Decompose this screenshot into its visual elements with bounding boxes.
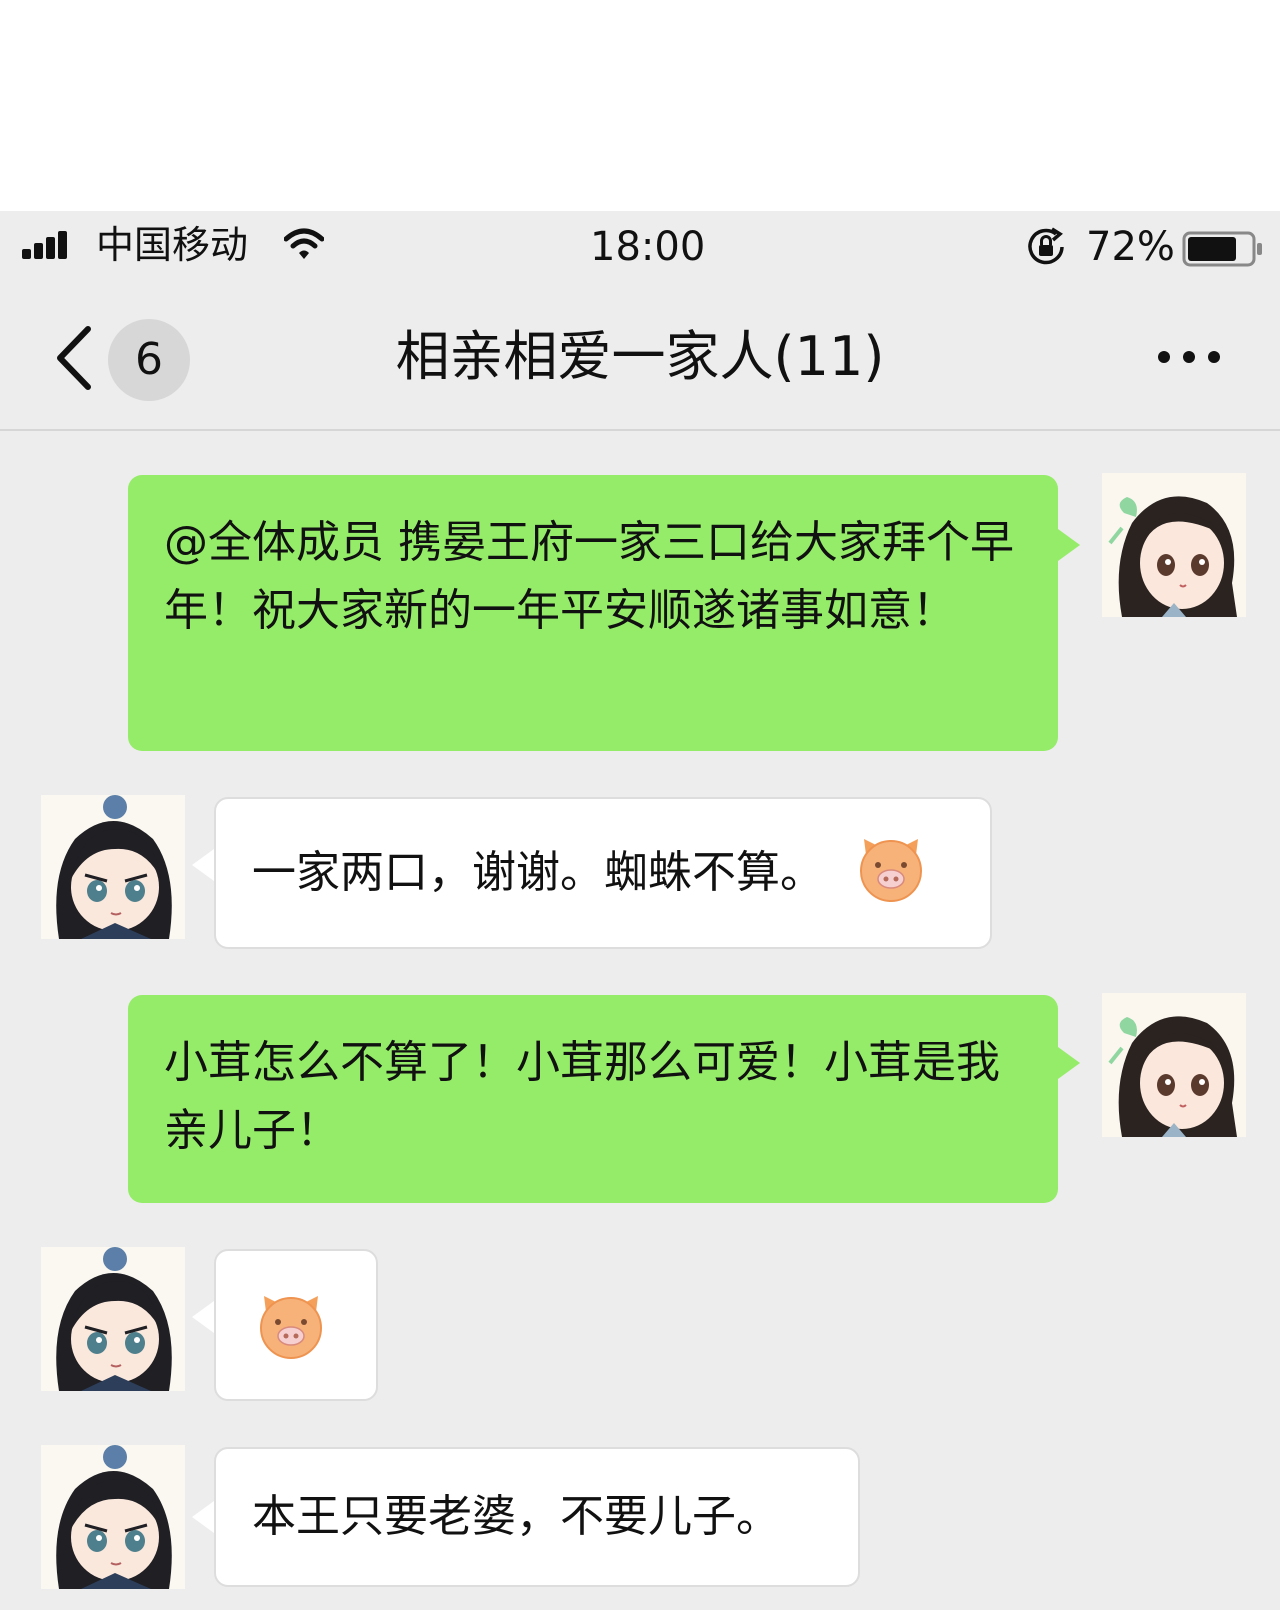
message-bubble-self[interactable]: @全体成员 携晏王府一家三口给大家拜个早年！祝大家新的一年平安顺遂诸事如意！ xyxy=(128,475,1058,751)
avatar-other-illustration xyxy=(41,1445,185,1589)
avatar-other[interactable] xyxy=(41,1247,185,1391)
unread-count-badge[interactable]: 6 xyxy=(108,319,190,401)
bubble-tail xyxy=(192,1301,214,1333)
message-bubble-self[interactable]: 小茸怎么不算了！小茸那么可爱！小茸是我亲儿子！ xyxy=(128,995,1058,1203)
message-text: 本王只要老婆，不要儿子。 xyxy=(252,1491,780,1542)
status-bar: 中国移动 18:00 72% xyxy=(0,211,1280,287)
message-bubble-other[interactable] xyxy=(214,1249,378,1401)
avatar-self-illustration xyxy=(1102,993,1246,1137)
message-bubble-other[interactable]: 一家两口，谢谢。蜘蛛不算。 xyxy=(214,797,992,949)
carrier-name: 中国移动 xyxy=(96,223,249,267)
battery-icon xyxy=(1182,231,1262,267)
rotation-lock-icon xyxy=(1028,227,1064,265)
avatar-self-illustration xyxy=(1102,473,1246,617)
pig-face-icon xyxy=(260,1296,322,1359)
avatar-self[interactable] xyxy=(1102,473,1246,617)
avatar-other[interactable] xyxy=(41,795,185,939)
bubble-tail xyxy=(1058,1047,1080,1079)
bubble-tail xyxy=(1058,529,1080,561)
bubble-tail xyxy=(192,1501,214,1533)
pig-face-icon xyxy=(860,839,922,902)
chat-title: 相亲相爱一家人(11) xyxy=(395,325,885,388)
phone-screen: 中国移动 18:00 72% 6 相亲相爱一家人(11) @全体成员 携晏王府一… xyxy=(0,211,1280,1610)
message-text: @全体成员 携晏王府一家三口给大家拜个早年！祝大家新的一年平安顺遂诸事如意！ xyxy=(164,517,1014,636)
wifi-icon xyxy=(284,228,324,259)
status-time: 18:00 xyxy=(590,224,706,270)
ellipsis-icon[interactable] xyxy=(1154,345,1224,369)
signal-icon xyxy=(22,231,67,259)
bubble-tail xyxy=(192,849,214,881)
avatar-other-illustration xyxy=(41,795,185,939)
avatar-other[interactable] xyxy=(41,1445,185,1589)
chevron-left-icon[interactable] xyxy=(50,323,96,393)
battery-percent: 72% xyxy=(1086,224,1175,270)
message-bubble-other[interactable]: 本王只要老婆，不要儿子。 xyxy=(214,1447,860,1587)
chat-header: 6 相亲相爱一家人(11) xyxy=(0,287,1280,431)
message-text: 小茸怎么不算了！小茸那么可爱！小茸是我亲儿子！ xyxy=(164,1037,1000,1156)
avatar-self[interactable] xyxy=(1102,993,1246,1137)
avatar-other-illustration xyxy=(41,1247,185,1391)
top-blank-area xyxy=(0,0,1280,211)
message-text: 一家两口，谢谢。蜘蛛不算。 xyxy=(252,847,824,898)
